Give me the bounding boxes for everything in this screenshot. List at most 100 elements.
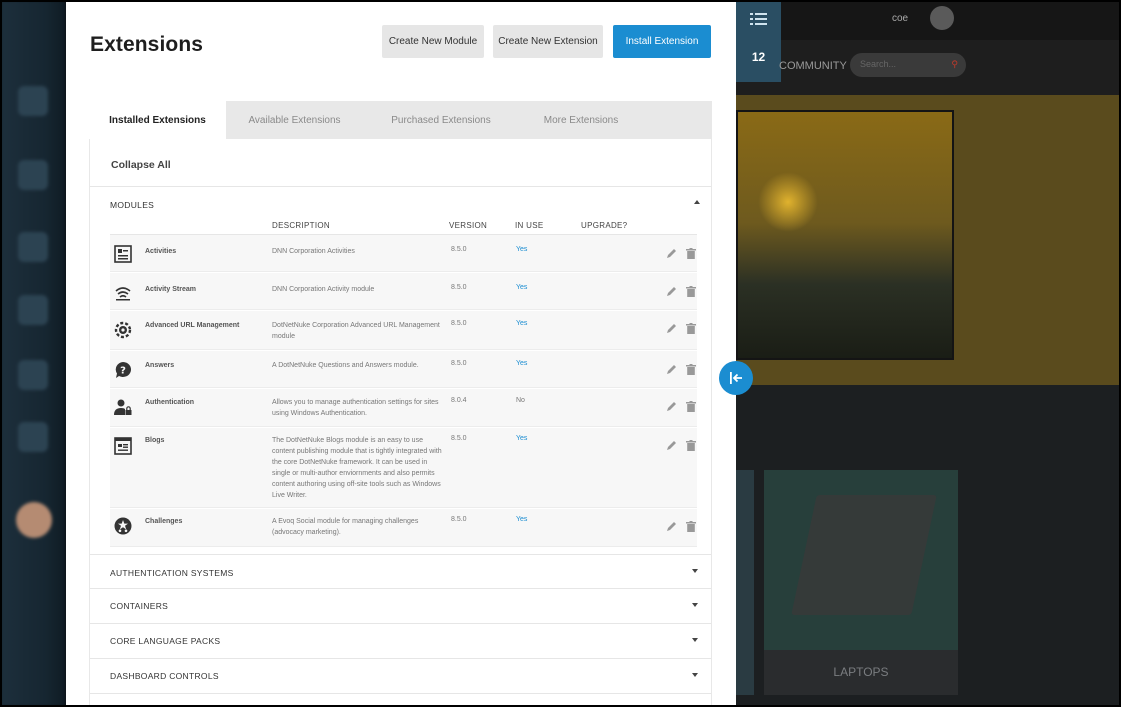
- module-version: 8.5.0: [451, 435, 467, 442]
- trash-icon[interactable]: [686, 440, 696, 451]
- edit-pencil-icon[interactable]: [666, 248, 677, 259]
- table-row[interactable]: Challenges A Evoq Social module for mana…: [110, 509, 697, 547]
- module-in-use: No: [516, 397, 525, 404]
- create-new-extension-button[interactable]: Create New Extension: [493, 25, 603, 58]
- module-version: 8.5.0: [451, 516, 467, 523]
- username[interactable]: coe: [892, 13, 908, 24]
- module-description: A Evoq Social module for managing challe…: [272, 518, 419, 536]
- table-row[interactable]: Advanced URL Management DotNetNuke Corpo…: [110, 311, 697, 350]
- trash-icon[interactable]: [686, 323, 696, 334]
- user-lock-icon: [113, 397, 133, 417]
- section-dashboard-controls[interactable]: DASHBOARD CONTROLS: [110, 671, 219, 681]
- collapse-all-link[interactable]: Collapse All: [111, 159, 171, 171]
- tab-available-extensions[interactable]: Available Extensions: [226, 101, 363, 139]
- tile-caption: LAPTOPS: [764, 650, 958, 695]
- module-in-use[interactable]: Yes: [516, 320, 527, 327]
- section-core-language-packs[interactable]: CORE LANGUAGE PACKS: [110, 636, 220, 646]
- tab-installed-extensions[interactable]: Installed Extensions: [89, 101, 226, 139]
- collapse-panel-button[interactable]: [719, 361, 753, 395]
- product-tile[interactable]: [736, 470, 754, 695]
- table-row[interactable]: Blogs The DotNetNuke Blogs module is an …: [110, 428, 697, 508]
- module-description: DNN Corporation Activities: [272, 248, 355, 255]
- site-avatar[interactable]: [930, 6, 954, 30]
- module-in-use[interactable]: Yes: [516, 516, 527, 523]
- row-actions: [666, 286, 700, 298]
- module-version: 8.0.4: [451, 397, 467, 404]
- table-row[interactable]: Authentication Allows you to manage auth…: [110, 389, 697, 427]
- module-description: A DotNetNuke Questions and Answers modul…: [272, 362, 419, 369]
- module-in-use[interactable]: Yes: [516, 284, 527, 291]
- module-version: 8.5.0: [451, 360, 467, 367]
- divider: [90, 623, 711, 624]
- module-name: Blogs: [145, 437, 165, 444]
- trash-icon[interactable]: [686, 286, 696, 297]
- search-placeholder: Search...: [860, 59, 897, 69]
- sunset-image: [758, 172, 818, 232]
- edit-pencil-icon[interactable]: [666, 401, 677, 412]
- section-authentication-systems[interactable]: AUTHENTICATION SYSTEMS: [110, 568, 234, 578]
- persona-bar-item[interactable]: [18, 422, 48, 452]
- trash-icon[interactable]: [686, 521, 696, 532]
- row-actions: [666, 521, 700, 533]
- module-in-use[interactable]: Yes: [516, 246, 527, 253]
- persona-bar-item[interactable]: [18, 160, 48, 190]
- activities-icon: [113, 244, 133, 264]
- edit-pencil-icon[interactable]: [666, 323, 677, 334]
- trash-icon[interactable]: [686, 364, 696, 375]
- edit-pencil-icon[interactable]: [666, 286, 677, 297]
- persona-bar-item[interactable]: [18, 360, 48, 390]
- trash-icon[interactable]: [686, 248, 696, 259]
- chevron-up-icon[interactable]: [694, 200, 700, 204]
- module-in-use[interactable]: Yes: [516, 360, 527, 367]
- row-actions: [666, 440, 700, 452]
- module-description: Allows you to manage authentication sett…: [272, 399, 439, 417]
- page-title: Extensions: [90, 33, 204, 56]
- module-version: 8.5.0: [451, 320, 467, 327]
- table-row[interactable]: ? Answers A DotNetNuke Questions and Ans…: [110, 351, 697, 388]
- module-name: Activities: [145, 248, 177, 255]
- divider: [90, 693, 711, 694]
- chevron-down-icon[interactable]: [692, 673, 698, 677]
- persona-bar-item[interactable]: [18, 232, 48, 262]
- table-row[interactable]: Activities DNN Corporation Activities 8.…: [110, 235, 697, 272]
- site-background: LAPTOPS 12 coe COMMUNITY Search... ⚲: [736, 0, 1121, 707]
- install-extension-button[interactable]: Install Extension: [613, 25, 711, 58]
- persona-bar-item[interactable]: [18, 295, 48, 325]
- installed-extensions-content: Collapse All MODULES DESCRIPTION VERSION…: [89, 139, 712, 705]
- notification-badge[interactable]: 12: [736, 0, 781, 82]
- chevron-down-icon[interactable]: [692, 638, 698, 642]
- create-new-module-button[interactable]: Create New Module: [382, 25, 484, 58]
- module-name: Activity Stream: [145, 286, 196, 293]
- edit-pencil-icon[interactable]: [666, 364, 677, 375]
- tab-more-extensions[interactable]: More Extensions: [511, 101, 651, 139]
- chevron-down-icon[interactable]: [692, 569, 698, 573]
- edit-pencil-icon[interactable]: [666, 521, 677, 532]
- persona-bar-item[interactable]: [18, 86, 48, 116]
- product-tile-laptops[interactable]: LAPTOPS: [764, 470, 958, 695]
- site-topbar: [736, 0, 1121, 40]
- list-icon: [750, 13, 767, 25]
- row-actions: [666, 248, 700, 260]
- module-description: The DotNetNuke Blogs module is an easy t…: [272, 437, 442, 499]
- svg-text:?: ?: [120, 366, 126, 377]
- module-in-use[interactable]: Yes: [516, 435, 527, 442]
- nav-item-community[interactable]: COMMUNITY: [779, 60, 847, 72]
- search-icon[interactable]: ⚲: [951, 59, 958, 70]
- chevron-down-icon[interactable]: [692, 603, 698, 607]
- activity-stream-icon: [113, 282, 133, 302]
- divider: [90, 186, 711, 187]
- edit-pencil-icon[interactable]: [666, 440, 677, 451]
- user-avatar[interactable]: [16, 502, 52, 538]
- section-containers[interactable]: CONTAINERS: [110, 601, 168, 611]
- trash-icon[interactable]: [686, 401, 696, 412]
- table-row[interactable]: Activity Stream DNN Corporation Activity…: [110, 273, 697, 310]
- extension-tabs: Installed Extensions Available Extension…: [89, 101, 712, 139]
- module-version: 8.5.0: [451, 284, 467, 291]
- tab-purchased-extensions[interactable]: Purchased Extensions: [371, 101, 511, 139]
- divider: [90, 658, 711, 659]
- module-name: Answers: [145, 362, 175, 369]
- site-search[interactable]: Search... ⚲: [850, 53, 966, 77]
- persona-bar: [0, 0, 66, 707]
- gear-globe-icon: [113, 320, 133, 340]
- section-modules-title[interactable]: MODULES: [110, 200, 154, 210]
